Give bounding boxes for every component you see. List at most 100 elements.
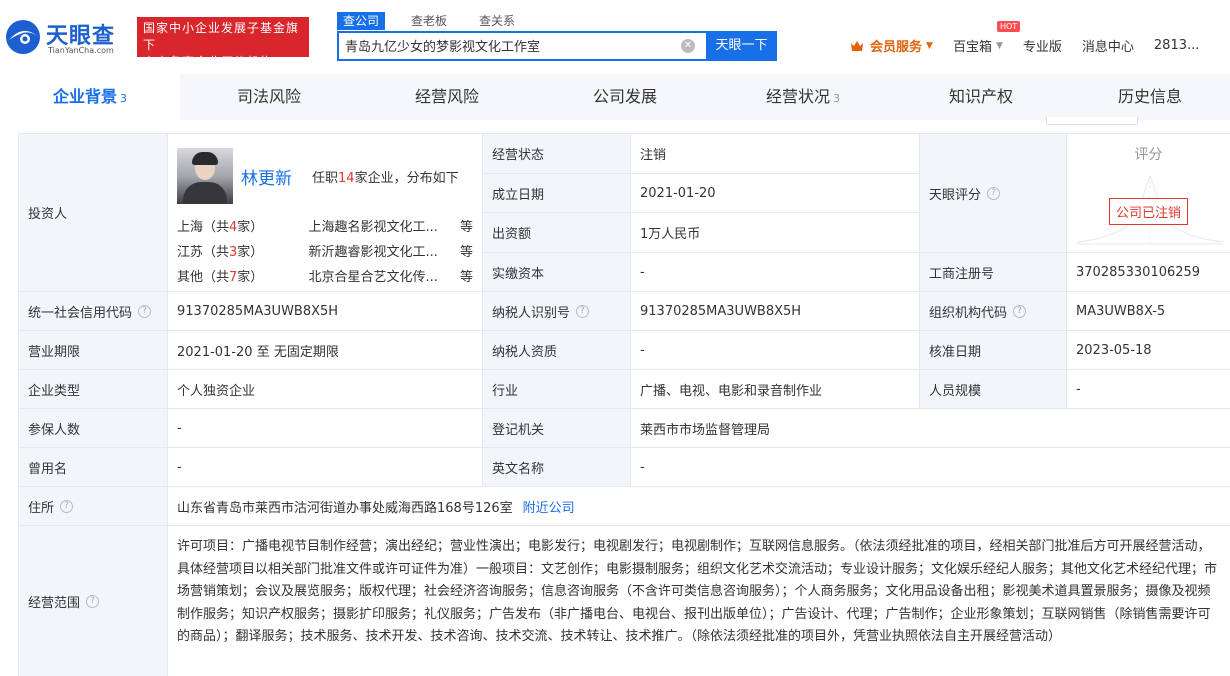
investor-label: 投资人 — [18, 133, 167, 291]
search-tab-relation[interactable]: 查关系 — [473, 12, 521, 30]
avatar[interactable] — [177, 148, 233, 204]
tab-history-info[interactable]: 历史信息 — [1070, 74, 1230, 120]
taxpayer-id-label: 纳税人识别号? — [482, 291, 630, 330]
tab-label: 经营状况 — [765, 87, 830, 106]
help-icon[interactable]: ? — [1013, 304, 1027, 318]
investor-region-row: 江苏（共3家） 新沂趣睿影视文化工... 等 — [177, 238, 473, 263]
address-text: 山东省青岛市莱西市沽河街道办事处威海西路168号126室 — [177, 500, 513, 516]
clear-icon[interactable]: ✕ — [681, 39, 695, 53]
credit-code-value: 91370285MA3UWB8X5H — [167, 291, 482, 330]
paid-capital-label: 实缴资本 — [482, 252, 630, 291]
help-icon[interactable]: ? — [86, 594, 100, 608]
gov-badge-line2: 官方备案企业征信机构 — [143, 55, 274, 69]
search-tab-company[interactable]: 查公司 — [337, 12, 386, 30]
message-center-link[interactable]: 消息中心 — [1082, 36, 1134, 55]
gov-badge: 国家中小企业发展子基金旗下 官方备案企业征信机构 — [137, 17, 309, 69]
investor-role: 任职14家企业，分布如下 — [312, 167, 459, 186]
org-code-value: MA3UWB8X-5 — [1066, 291, 1230, 330]
rating-label: 天眼评分? — [919, 133, 1066, 252]
company-type-label: 企业类型 — [18, 369, 167, 408]
chevron-down-icon: ▼ — [995, 40, 1003, 51]
tab-enterprise-background[interactable]: 企业背景 3 — [0, 74, 180, 120]
region-label[interactable]: 上海（共4家） — [177, 216, 309, 235]
industry-value: 广播、电视、电影和录音制作业 — [630, 369, 919, 408]
help-icon[interactable]: ? — [987, 186, 1001, 200]
english-name-label: 英文名称 — [482, 447, 630, 486]
tab-company-development[interactable]: 公司发展 — [536, 74, 714, 120]
period-value: 2021-01-20 至 无固定期限 — [167, 330, 482, 369]
tianyancha-logo[interactable]: 天眼查 TianYanCha.com — [4, 16, 132, 60]
logo-eye-icon — [6, 20, 40, 54]
business-scope-value: 许可项目：广播电视节目制作经营；演出经纪；营业性演出；电影发行；电视剧发行；电视… — [167, 525, 1230, 676]
help-icon[interactable]: ? — [60, 499, 74, 513]
region-company-link[interactable]: 北京合星合艺文化传... — [309, 266, 450, 285]
search-input[interactable] — [345, 38, 675, 53]
region-suffix: 家） — [237, 220, 264, 235]
business-scope-label: 经营范围? — [18, 525, 167, 676]
authority-value: 莱西市市场监督管理局 — [630, 408, 1230, 447]
industry-label: 行业 — [482, 369, 630, 408]
region-etc: 等 — [459, 220, 473, 235]
tab-intellectual-property[interactable]: 知识产权 — [892, 74, 1070, 120]
capital-label: 出资额 — [482, 212, 630, 252]
company-info-table: 投资人 林更新 任职14家企业，分布如下 上海（共4家） 上海趣名影视文化工..… — [18, 133, 1230, 676]
credit-label-text: 统一社会信用代码 — [28, 305, 133, 321]
region-etc: 等 — [459, 245, 473, 260]
tab-operating-risk[interactable]: 经营风险 — [358, 74, 536, 120]
founded-value: 2021-01-20 — [630, 173, 919, 212]
region-prefix: 上海（共 — [177, 220, 230, 235]
investor-name-link[interactable]: 林更新 — [241, 164, 292, 189]
reg-no-label: 工商注册号 — [919, 252, 1066, 291]
hot-badge: HOT — [996, 21, 1021, 32]
region-label[interactable]: 其他（共7家） — [177, 266, 309, 285]
taxpayer-id-value: 91370285MA3UWB8X5H — [630, 291, 919, 330]
nearby-companies-link[interactable]: 附近公司 — [523, 497, 575, 516]
tab-count: 3 — [120, 92, 127, 105]
role-prefix: 任职 — [312, 170, 339, 186]
region-company-link[interactable]: 新沂趣睿影视文化工... — [309, 241, 450, 260]
cancelled-stamp: 公司已注销 — [1108, 198, 1188, 225]
region-label[interactable]: 江苏（共3家） — [177, 241, 309, 260]
search-button[interactable]: 天眼一下 — [706, 31, 777, 61]
avatar-hair — [192, 152, 218, 165]
approve-date-value: 2023-05-18 — [1066, 330, 1230, 369]
region-suffix: 家） — [237, 245, 264, 260]
vip-label: 会员服务 — [870, 40, 923, 55]
address-label: 住所? — [18, 486, 167, 525]
insured-label: 参保人数 — [18, 408, 167, 447]
help-icon[interactable]: ? — [138, 304, 152, 318]
gov-badge-line1: 国家中小企业发展子基金旗下 — [143, 21, 300, 52]
toolbox-menu[interactable]: 百宝箱 ▼ HOT — [952, 21, 1021, 55]
org-code-label-text: 组织机构代码 — [929, 305, 1008, 321]
region-company-link[interactable]: 上海趣名影视文化工... — [309, 216, 450, 235]
credit-code-label: 统一社会信用代码? — [18, 291, 167, 330]
search-tab-boss[interactable]: 查老板 — [405, 12, 453, 30]
help-icon[interactable]: ? — [576, 304, 590, 318]
capital-value: 1万人民币 — [630, 212, 919, 252]
role-suffix: 家企业，分布如下 — [354, 170, 459, 186]
pro-version-link[interactable]: 专业版 — [1023, 36, 1062, 55]
tab-count: 3 — [833, 92, 840, 105]
tax-qualification-label: 纳税人资质 — [482, 330, 630, 369]
user-account[interactable]: 2813... — [1154, 38, 1199, 53]
paid-capital-value: - — [630, 252, 919, 291]
former-name-value: - — [167, 447, 482, 486]
top-nav: 会员服务 ▼ 百宝箱 ▼ HOT 专业版 消息中心 2813... — [850, 21, 1219, 55]
investor-header: 林更新 任职14家企业，分布如下 — [177, 148, 473, 204]
search-box: ✕ — [337, 31, 707, 61]
section-tabs: 企业背景 3 司法风险 经营风险 公司发展 经营状况 3 知识产权 历史信息 — [0, 74, 1230, 120]
org-code-label: 组织机构代码? — [919, 291, 1066, 330]
tab-label: 历史信息 — [1117, 87, 1182, 106]
region-prefix: 江苏（共 — [177, 245, 230, 260]
tab-judicial-risk[interactable]: 司法风险 — [180, 74, 358, 120]
address-label-text: 住所 — [28, 500, 55, 516]
region-suffix: 家） — [237, 270, 264, 285]
tab-label: 公司发展 — [592, 87, 657, 106]
toolbox-label: 百宝箱 — [952, 40, 992, 55]
vip-service-menu[interactable]: 会员服务 ▼ — [850, 36, 933, 55]
tab-operating-status[interactable]: 经营状况 3 — [714, 74, 892, 120]
role-count: 14 — [338, 170, 355, 186]
company-type-value: 个人独资企业 — [167, 369, 482, 408]
address-value: 山东省青岛市莱西市沽河街道办事处威海西路168号126室 附近公司 — [167, 486, 1230, 525]
status-label: 经营状态 — [482, 133, 630, 173]
